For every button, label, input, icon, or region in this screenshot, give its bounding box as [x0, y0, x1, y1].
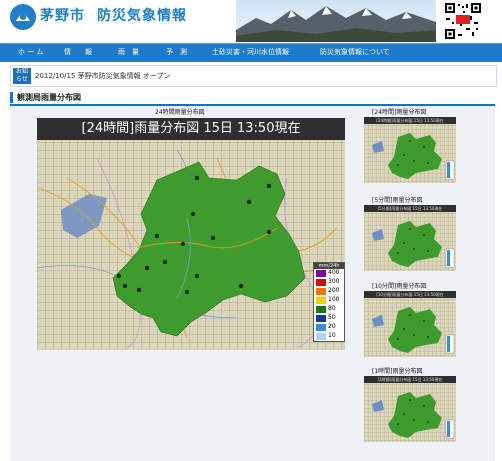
section-title: 観測局雨量分布図: [17, 93, 81, 102]
section-marker: [10, 92, 13, 103]
legend-value: 80: [328, 305, 336, 312]
thumb-header-1h: [1時間]雨量分布図 15日 13:50現在: [364, 376, 456, 383]
nav-about[interactable]: 防災気象情報について: [320, 47, 390, 57]
legend-value: 100: [328, 296, 340, 303]
main-map-caption: 24時間雨量分布図: [155, 109, 205, 116]
legend-swatch: [316, 306, 326, 313]
nav-info[interactable]: 情 報: [64, 47, 92, 57]
nav-rainfall[interactable]: 雨 量: [118, 47, 139, 57]
legend-row: 80: [314, 305, 344, 314]
legend-value: 300: [328, 278, 340, 285]
thumb-map-image: [364, 212, 456, 271]
legend-value: 200: [328, 287, 340, 294]
section-header: 観測局雨量分布図: [10, 92, 495, 106]
legend-value: 10: [328, 332, 336, 339]
nav-home[interactable]: ホ ー ム: [18, 47, 43, 57]
legend-swatch: [316, 324, 326, 331]
thumb-caption-10min: [10分間]雨量分布図: [372, 283, 427, 290]
thumb-caption-24h: [24時間]雨量分布図: [372, 109, 427, 116]
site-header: 茅野市 防災気象情報: [0, 0, 502, 42]
thumb-map-image: [364, 124, 456, 183]
legend-swatch: [316, 288, 326, 295]
news-tag: お知 らせ: [13, 68, 31, 84]
thumb-header-10min: [10分間]雨量分布図 15日 13:50現在: [364, 291, 456, 298]
thumb-header-24h: [24時間]雨量分布図 15日 13:50現在: [364, 117, 456, 124]
thumb-map-10min[interactable]: [10分間]雨量分布図 15日 13:50現在: [364, 291, 456, 357]
news-tag-line-1: お知: [15, 68, 28, 75]
legend-row: 300: [314, 278, 344, 287]
nav-landslide-river[interactable]: 土砂災害・河川水位情報: [212, 47, 289, 57]
legend-swatch: [316, 297, 326, 304]
thumb-map-image: [364, 298, 456, 357]
thumb-caption-1h: [1時間]雨量分布図: [372, 368, 423, 375]
news-item[interactable]: 2012/10/15 茅野市防災気象情報 オープン: [35, 71, 170, 81]
thumb-header-5min: [5分間]雨量分布図 15日 13:50現在: [364, 205, 456, 212]
thumb-caption-5min: [5分間]雨量分布図: [372, 197, 423, 204]
legend-row: 400: [314, 269, 344, 278]
qr-code-icon[interactable]: [444, 2, 482, 40]
main-nav: ホ ー ム 情 報 雨 量 予 測 土砂災害・河川水位情報 防災気象情報について: [0, 43, 502, 62]
legend-row: 50: [314, 314, 344, 323]
legend-value: 50: [328, 314, 336, 321]
legend-swatch: [316, 270, 326, 277]
legend-row: 20: [314, 323, 344, 332]
thumb-map-5min[interactable]: [5分間]雨量分布図 15日 13:50現在: [364, 205, 456, 271]
legend-row: 100: [314, 296, 344, 305]
legend-value: 20: [328, 323, 336, 330]
rainfall-legend: mm/24h 400 300 200 100 80 50 20 10: [313, 262, 345, 342]
mountain-banner-image: [236, 0, 436, 42]
legend-row: 200: [314, 287, 344, 296]
news-bar: お知 らせ 2012/10/15 茅野市防災気象情報 オープン: [10, 65, 497, 87]
news-tag-line-2: らせ: [16, 76, 28, 83]
legend-swatch: [316, 279, 326, 286]
main-map-image: [36, 118, 345, 350]
legend-row: 10: [314, 332, 344, 341]
thumb-map-image: [364, 383, 456, 442]
site-title[interactable]: 茅野市 防災気象情報: [40, 5, 187, 25]
legend-swatch: [316, 333, 326, 340]
city-name: 茅野市: [40, 8, 85, 24]
nav-forecast[interactable]: 予 測: [166, 47, 187, 57]
thumb-map-1h[interactable]: [1時間]雨量分布図 15日 13:50現在: [364, 376, 456, 442]
main-rainfall-map[interactable]: [24時間]雨量分布図 15日 13:50現在 mm/24h 400 300 2…: [36, 118, 345, 350]
city-emblem-icon[interactable]: [10, 4, 36, 30]
thumb-map-24h[interactable]: [24時間]雨量分布図 15日 13:50現在: [364, 117, 456, 183]
legend-value: 400: [328, 269, 340, 276]
site-name: 防災気象情報: [97, 8, 187, 24]
legend-swatch: [316, 315, 326, 322]
main-map-header: [24時間]雨量分布図 15日 13:50現在: [81, 121, 301, 136]
